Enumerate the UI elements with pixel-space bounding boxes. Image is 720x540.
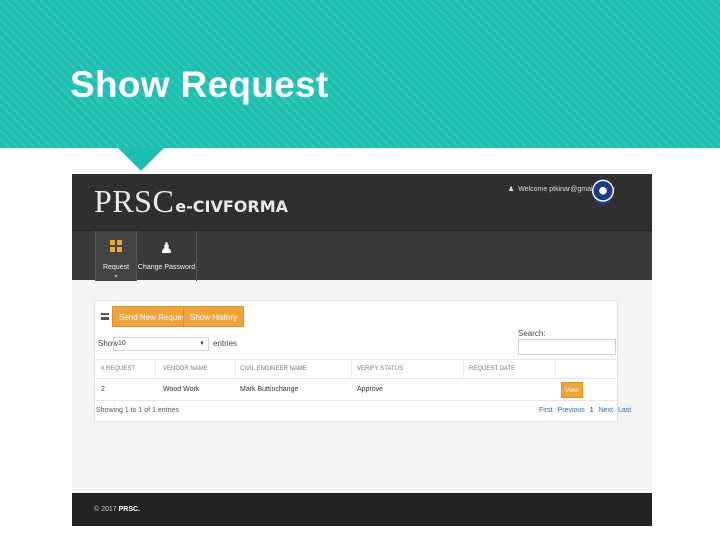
show-history-button[interactable]: Show History [183,306,245,327]
view-button[interactable]: View [561,382,583,398]
nav-item-change-password[interactable]: ♟ Change Password [137,231,197,281]
table-info: Showing 1 to 1 of 1 entries [96,407,179,414]
app-footer: © 2017 PRSC. [72,493,652,526]
slide-banner: Show Request [0,0,720,148]
grid-icon [96,239,136,256]
page-size-select[interactable]: 10 ▼ [113,337,209,351]
search-label: Search: [518,329,546,338]
logo-main: PRSC [94,183,175,219]
entries-label: entries [213,339,238,348]
chevron-down-icon: ▾ [114,274,118,280]
nav-label-change-password: Change Password [137,264,196,271]
nav-item-request[interactable]: Request ▾ [95,231,137,281]
pagination-first[interactable]: First [539,407,553,414]
nav-label-request: Request [102,264,130,271]
menu-icon [101,313,109,320]
pagination-page-1[interactable]: 1 [590,407,594,414]
table-header: # Request Vendor Name Civil Engineer Nam… [95,359,617,379]
app-logo[interactable]: PRSCe-CIVFORMA [94,183,288,220]
column-header-vendor[interactable]: Vendor Name [163,366,208,372]
cell-status: Approve [357,386,384,393]
cell-request-id: 2 [101,386,105,393]
app-navbar: Request ▾ ♟ Change Password [72,230,652,281]
column-header-status[interactable]: Verify Status [357,366,403,372]
request-panel: Send New Request Show History Show 10 ▼ … [94,300,631,422]
pagination-previous[interactable]: Previous [558,407,585,414]
copyright-prefix: © 2017 [94,506,117,513]
pagination-last[interactable]: Last [618,407,631,414]
page-size-value: 10 [118,340,126,347]
column-header-request[interactable]: # Request [101,366,135,372]
table-row: 2 Wood Work Mark Buttinchange Approve Vi… [95,379,617,401]
copyright: © 2017 PRSC. [94,506,140,513]
chevron-down-icon: ▼ [199,341,205,347]
slide-title: Show Request [70,64,329,105]
search-input[interactable] [518,339,616,355]
banner-notch [117,147,165,171]
user-icon: ♟ [159,240,174,257]
app-screenshot: PRSCe-CIVFORMA ♟ Welcome ptkinar@gmail.c… [72,174,652,526]
cell-vendor: Wood Work [163,386,200,393]
pagination: First Previous 1 Next Last [539,407,634,414]
column-header-date[interactable]: Request Date [469,366,515,372]
user-icon: ♟ [508,186,515,193]
copyright-brand: PRSC. [118,506,141,513]
pagination-next[interactable]: Next [599,407,613,414]
logo-sub: e-CIVFORMA [175,197,289,216]
cell-engineer: Mark Buttinchange [240,386,299,393]
column-header-engineer[interactable]: Civil Engineer Name [240,366,307,372]
emblem-icon [592,179,614,205]
app-header: PRSCe-CIVFORMA ♟ Welcome ptkinar@gmail.c… [72,174,652,230]
